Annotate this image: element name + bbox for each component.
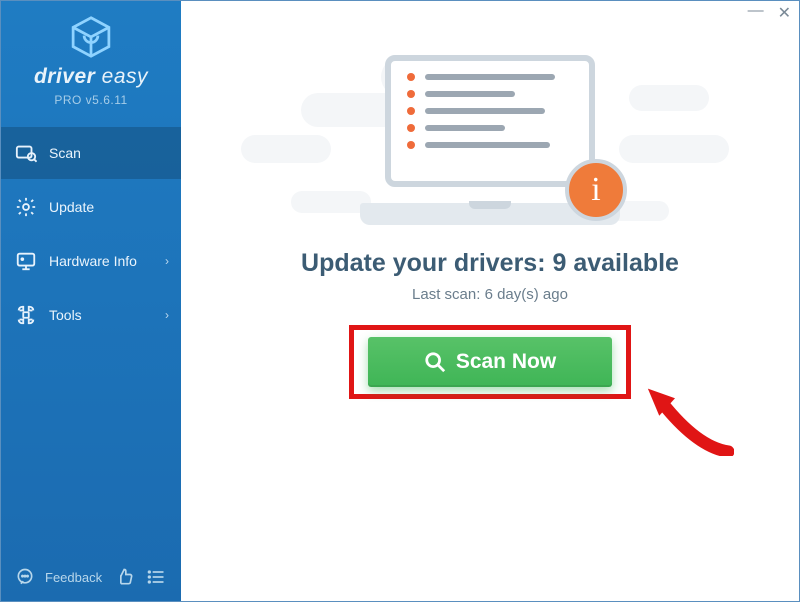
brand-block: driver easy PRO v5.6.11 <box>1 1 181 125</box>
chevron-right-icon: › <box>165 308 169 322</box>
scan-now-button[interactable]: Scan Now <box>368 337 612 387</box>
annotation-arrow-icon <box>644 386 734 456</box>
minimize-button[interactable]: — <box>748 4 764 18</box>
laptop-illustration: i <box>355 55 625 225</box>
headline: Update your drivers: 9 available <box>301 249 679 278</box>
sidebar-item-label: Tools <box>49 307 82 323</box>
scan-now-label: Scan Now <box>456 350 556 374</box>
gear-icon <box>15 196 37 218</box>
titlebar-buttons: — ✕ <box>748 7 791 21</box>
nav: Scan Update <box>1 127 181 343</box>
app-window: — ✕ driver easy PRO v5.6.11 <box>0 0 800 602</box>
tools-icon <box>15 304 37 326</box>
sidebar-item-tools[interactable]: Tools › <box>1 289 181 341</box>
available-count: 9 <box>552 249 566 277</box>
sidebar-item-update[interactable]: Update <box>1 181 181 233</box>
feedback-icon[interactable] <box>15 567 35 587</box>
scan-button-highlight: Scan Now <box>349 325 631 399</box>
sidebar-item-scan[interactable]: Scan <box>1 127 181 179</box>
magnifier-icon <box>424 351 446 373</box>
list-icon[interactable] <box>145 567 167 587</box>
app-logo-icon <box>69 15 113 59</box>
sidebar: driver easy PRO v5.6.11 Scan <box>1 1 181 601</box>
thumbs-up-icon[interactable] <box>115 567 135 587</box>
sidebar-item-hardware-info[interactable]: Hardware Info › <box>1 235 181 287</box>
info-badge-icon: i <box>565 159 627 221</box>
main-pane: i Update your drivers: 9 available Last … <box>181 1 799 601</box>
sidebar-footer: Feedback <box>1 557 181 601</box>
chevron-right-icon: › <box>165 254 169 268</box>
feedback-label[interactable]: Feedback <box>45 570 105 585</box>
sidebar-item-label: Hardware Info <box>49 253 137 269</box>
scan-icon <box>15 142 37 164</box>
sidebar-item-label: Scan <box>49 145 81 161</box>
brand-version: PRO v5.6.11 <box>1 93 181 107</box>
sidebar-item-label: Update <box>49 199 94 215</box>
brand-name: driver easy <box>1 65 181 89</box>
hardware-icon <box>15 250 37 272</box>
close-button[interactable]: ✕ <box>778 7 791 21</box>
last-scan-text: Last scan: 6 day(s) ago <box>412 286 568 303</box>
